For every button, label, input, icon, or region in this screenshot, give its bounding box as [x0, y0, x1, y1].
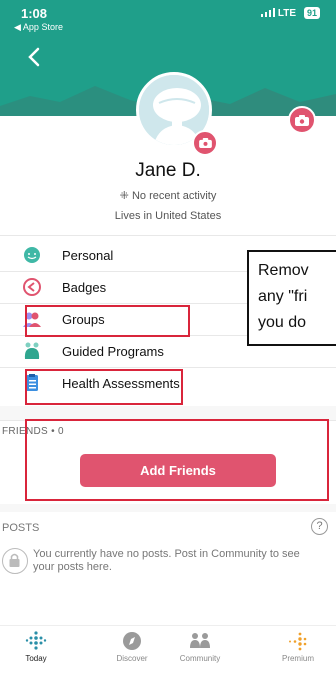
- profile-name: Jane D.: [135, 160, 201, 181]
- compass-icon: [123, 632, 141, 650]
- tab-discover[interactable]: Discover: [102, 630, 162, 663]
- tab-label: Today: [25, 654, 47, 663]
- status-bar: 1:08 ◀ App Store LTE 91: [0, 0, 336, 44]
- avatar-camera-button[interactable]: [192, 130, 218, 156]
- battery-icon: 91: [303, 7, 320, 19]
- activity-icon: ⁜: [119, 190, 132, 202]
- premium-dots-icon: [289, 632, 307, 651]
- lock-icon: [2, 548, 28, 574]
- today-dots-icon: [25, 631, 47, 650]
- highlight-box-health-assessments: [25, 369, 183, 405]
- menu-item-label: Personal: [62, 248, 114, 263]
- guided-programs-icon: [24, 342, 40, 359]
- tab-today[interactable]: Today: [6, 630, 66, 663]
- annotation-line: you do: [258, 314, 307, 331]
- signal-icon: [261, 8, 276, 17]
- tab-community[interactable]: Community: [170, 630, 230, 663]
- help-icon[interactable]: ?: [311, 518, 328, 535]
- camera-icon: [295, 114, 309, 126]
- tab-premium[interactable]: Premium: [268, 630, 328, 663]
- divider: [0, 235, 336, 236]
- activity-status: ⁜ No recent activity: [0, 189, 336, 202]
- menu-item-label: Badges: [62, 280, 107, 295]
- badges-icon: [23, 278, 41, 296]
- section-gap: [0, 406, 336, 420]
- tab-label: Premium: [281, 654, 314, 663]
- banner-camera-button[interactable]: [288, 106, 316, 134]
- posts-empty-message: You currently have no posts. Post in Com…: [33, 548, 300, 573]
- back-to-app-store-link[interactable]: ◀ App Store: [14, 22, 63, 33]
- tab-label: Community: [179, 654, 221, 663]
- activity-text: No recent activity: [131, 190, 217, 202]
- personal-icon: [24, 247, 40, 263]
- tab-label: Discover: [116, 654, 148, 663]
- section-gap: [0, 504, 336, 512]
- menu-item-label: Guided Programs: [62, 344, 164, 359]
- annotation-note: Remov any "fri you do: [247, 250, 336, 346]
- annotation-line: Remov: [258, 262, 309, 279]
- posts-label: POSTS: [2, 522, 40, 534]
- tab-bar: Today Discover Community Premium: [0, 625, 336, 677]
- annotation-line: any "fri: [258, 288, 308, 305]
- back-arrow-icon[interactable]: [24, 46, 46, 68]
- highlight-box-groups: [25, 305, 190, 337]
- status-time: 1:08: [21, 6, 48, 21]
- profile-location: Lives in United States: [114, 210, 222, 222]
- camera-icon: [198, 138, 212, 148]
- community-icon: [190, 633, 210, 648]
- network-indicator: LTE: [261, 8, 296, 19]
- network-type: LTE: [277, 8, 296, 19]
- highlight-box-friends: [25, 419, 329, 501]
